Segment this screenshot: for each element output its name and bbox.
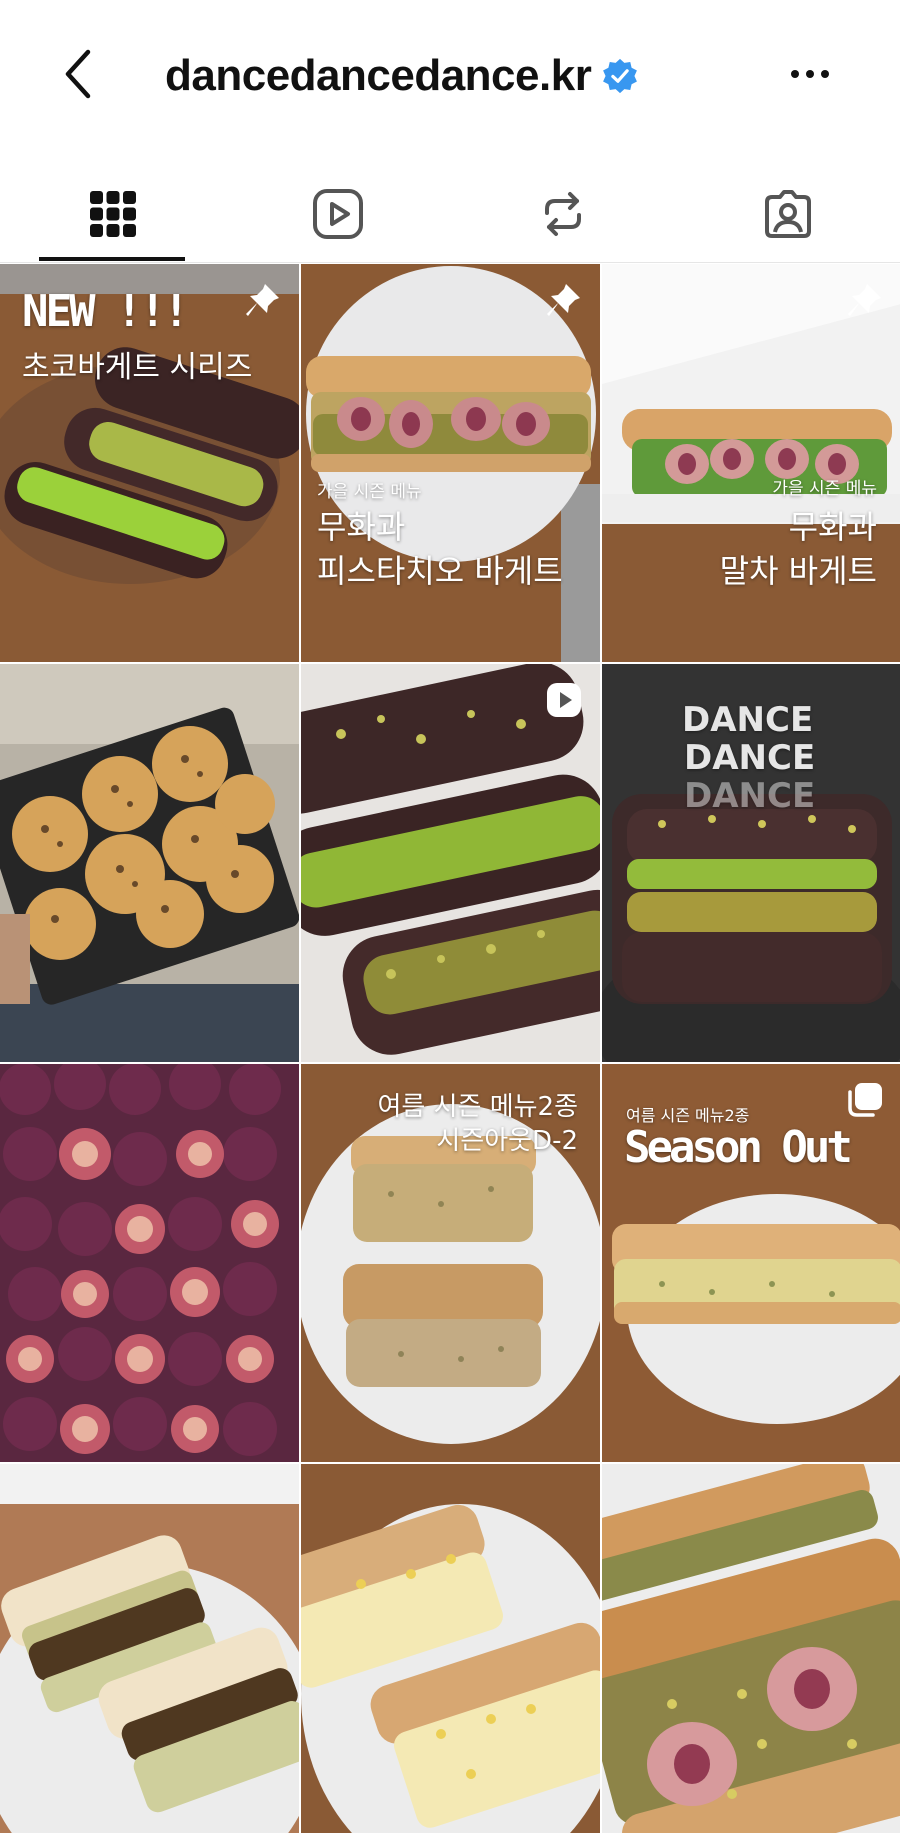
tab-posts[interactable] <box>0 165 225 263</box>
post-thumbnail <box>602 264 900 662</box>
post-caption-line: 피스타치오 바게트 <box>317 552 563 590</box>
apron-text: DANCE <box>684 776 816 816</box>
post-caption-line: 여름 시즌 메뉴2종 <box>377 1092 578 1122</box>
tagged-icon <box>764 190 811 238</box>
reels-icon <box>312 189 363 239</box>
post-tile[interactable] <box>0 1064 299 1462</box>
post-thumbnail <box>301 664 600 1062</box>
post-thumbnail <box>0 1064 299 1462</box>
back-button[interactable] <box>60 44 110 104</box>
pin-icon <box>243 280 283 320</box>
verified-badge-icon <box>601 57 639 95</box>
post-thumbnail <box>602 1464 900 1833</box>
post-tile[interactable] <box>0 664 299 1062</box>
profile-tabs <box>0 165 900 263</box>
post-caption-line: Season Out <box>624 1122 853 1173</box>
post-tile[interactable]: 여름 시즌 메뉴2종 Season Out <box>602 1064 900 1462</box>
chevron-left-icon <box>65 49 91 99</box>
profile-username: dancedancedance.kr <box>165 51 592 100</box>
active-tab-indicator <box>39 257 185 261</box>
post-thumbnail <box>301 1464 600 1833</box>
tab-tagged[interactable] <box>675 165 900 263</box>
post-tile[interactable] <box>0 1464 299 1833</box>
post-thumbnail <box>0 1464 299 1833</box>
post-caption-line: 무화과 <box>317 508 406 546</box>
more-options-button[interactable] <box>782 50 838 98</box>
post-tile[interactable] <box>301 664 600 1062</box>
title-wrap: dancedancedance.kr <box>165 48 639 104</box>
post-tile[interactable]: 가을 시즌 메뉴 무화과 말차 바게트 <box>602 264 900 662</box>
post-tile[interactable] <box>301 1464 600 1833</box>
post-tile[interactable]: 가을 시즌 메뉴 무화과 피스타치오 바게트 <box>301 264 600 662</box>
post-caption-line: 말차 바게트 <box>719 552 877 590</box>
profile-header: dancedancedance.kr <box>0 0 900 150</box>
post-tile[interactable] <box>602 1464 900 1833</box>
post-tile[interactable]: DANCE DANCE DANCE <box>602 664 900 1062</box>
pin-icon <box>544 280 584 320</box>
post-caption-line: 시즌아웃D-2 <box>436 1126 578 1156</box>
post-thumbnail <box>301 264 600 662</box>
posts-grid: NEW !!! 초코바게트 시리즈 가을 시즌 메뉴 무화과 피스타치오 바게트 <box>0 264 900 1833</box>
tab-reels[interactable] <box>225 165 450 263</box>
repost-icon <box>544 192 581 236</box>
apron-text: DANCE <box>682 700 814 740</box>
tabs-divider <box>0 262 900 263</box>
post-caption-line: 가을 시즌 메뉴 <box>772 479 877 499</box>
post-caption-line: NEW !!! <box>22 286 189 337</box>
grid-icon <box>89 191 136 237</box>
post-caption-line: 무화과 <box>788 508 877 546</box>
post-tile[interactable]: NEW !!! 초코바게트 시리즈 <box>0 264 299 662</box>
post-tile[interactable]: 여름 시즌 메뉴2종 시즌아웃D-2 <box>301 1064 600 1462</box>
post-caption-line: 가을 시즌 메뉴 <box>317 482 422 502</box>
carousel-icon <box>845 1080 885 1120</box>
reel-icon <box>544 680 584 720</box>
post-thumbnail <box>0 664 299 1062</box>
pin-icon <box>845 280 885 320</box>
post-caption-line: 초코바게트 시리즈 <box>22 350 253 385</box>
apron-text: DANCE <box>684 738 816 778</box>
more-horizontal-icon <box>791 70 829 78</box>
tab-reposts[interactable] <box>450 165 675 263</box>
